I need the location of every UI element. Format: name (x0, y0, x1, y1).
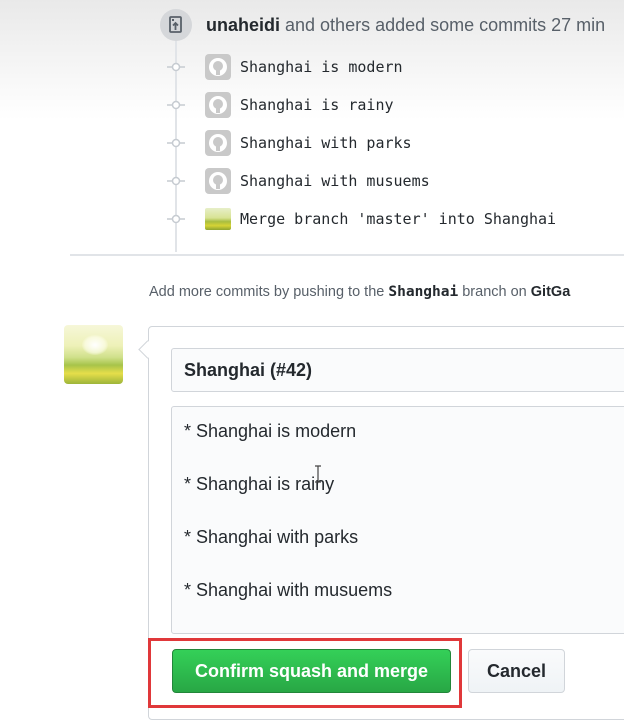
push-event-text: unaheidi and others added some commits 2… (206, 15, 605, 36)
commit-body-line: * Shanghai is rainy (184, 474, 335, 494)
commit-row: Shanghai with musuems (166, 166, 430, 196)
commit-body-line: * Shanghai with parks (184, 527, 359, 547)
text-cursor-icon (315, 465, 321, 483)
git-commit-icon (166, 209, 186, 229)
timeline-divider (70, 254, 624, 256)
commit-row: Shanghai is rainy (166, 90, 394, 120)
user-photo-avatar[interactable] (205, 208, 231, 230)
commit-row: Shanghai with parks (166, 128, 412, 158)
github-octocat-icon[interactable] (205, 168, 231, 194)
remote-link[interactable]: GitGa (531, 284, 570, 300)
event-user-link[interactable]: unaheidi (206, 15, 280, 35)
commit-body-line: * Shanghai is modern (184, 421, 357, 441)
branch-name: Shanghai (388, 284, 459, 300)
highlight-box (148, 638, 462, 708)
github-octocat-icon[interactable] (205, 92, 231, 118)
push-hint-text: Add more commits by pushing to the Shang… (149, 284, 570, 300)
commit-row: Shanghai is modern (166, 52, 403, 82)
repo-push-icon (160, 9, 192, 41)
commit-message-link[interactable]: Shanghai with parks (240, 134, 412, 152)
git-commit-icon (166, 171, 186, 191)
commit-title-input[interactable] (171, 348, 624, 392)
git-commit-icon (166, 95, 186, 115)
commit-message-link[interactable]: Merge branch 'master' into Shanghai (240, 210, 556, 228)
commit-row: Merge branch 'master' into Shanghai (166, 204, 556, 234)
hint-middle: branch on (458, 284, 531, 300)
event-description: and others added some commits 27 min (280, 14, 606, 35)
git-commit-icon (166, 57, 186, 77)
cancel-button[interactable]: Cancel (468, 649, 565, 693)
hint-prefix: Add more commits by pushing to the (149, 284, 389, 300)
current-user-avatar[interactable] (64, 325, 123, 384)
commit-message-link[interactable]: Shanghai is rainy (240, 96, 394, 114)
commit-message-link[interactable]: Shanghai is modern (240, 58, 403, 76)
github-octocat-icon[interactable] (205, 130, 231, 156)
github-octocat-icon[interactable] (205, 54, 231, 80)
git-commit-icon (166, 133, 186, 153)
commit-message-link[interactable]: Shanghai with musuems (240, 172, 430, 190)
commit-body-line: * Shanghai with musuems (184, 580, 393, 600)
commit-message-textarea[interactable]: * Shanghai is modern * Shanghai is rainy… (171, 406, 624, 634)
push-event-header: unaheidi and others added some commits 2… (160, 8, 605, 42)
